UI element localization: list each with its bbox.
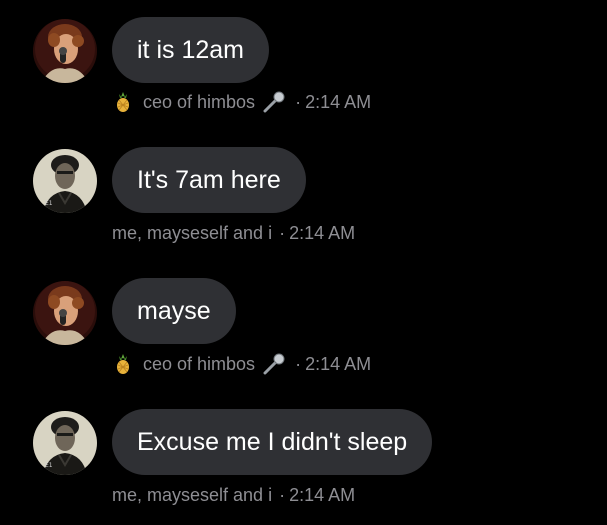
- svg-text:E1: E1: [45, 462, 53, 469]
- message-text: Excuse me I didn't sleep: [137, 428, 408, 456]
- singer-avatar-icon[interactable]: [33, 281, 97, 345]
- timestamp: 2:14 AM: [289, 223, 356, 243]
- meta-separator: ·: [279, 485, 286, 505]
- timestamp: 2:14 AM: [305, 92, 372, 112]
- svg-text:E1: E1: [45, 200, 53, 207]
- message-meta: ceo of himbos · 2:14 AM: [112, 352, 371, 376]
- meta-separator: ·: [279, 223, 286, 243]
- message-bubble[interactable]: Excuse me I didn't sleep: [112, 409, 433, 475]
- message-text: It's 7am here: [137, 166, 281, 194]
- message-meta: me, mayseself and i · 2:14 AM: [112, 483, 355, 507]
- meta-separator: ·: [295, 354, 302, 374]
- message-row: E1 Excuse me I didn't sleep me, maysesel…: [0, 393, 607, 524]
- message-bubble[interactable]: It's 7am here: [112, 147, 306, 213]
- message-text: mayse: [137, 297, 211, 325]
- message-row: E1 It's 7am here me, mayseself and i · 2…: [0, 131, 607, 262]
- dark-figure-avatar-icon[interactable]: E1: [33, 411, 97, 475]
- message-text: it is 12am: [137, 36, 244, 64]
- message-bubble[interactable]: it is 12am: [112, 17, 269, 83]
- pineapple-icon: [112, 353, 134, 375]
- message-row: it is 12am ceo of himbos · 2:14 AM: [0, 0, 607, 131]
- singer-avatar-icon[interactable]: [33, 19, 97, 83]
- sender-name[interactable]: ceo of himbos: [143, 352, 255, 376]
- sender-name[interactable]: me, mayseself and i: [112, 221, 272, 245]
- sender-name[interactable]: ceo of himbos: [143, 90, 255, 114]
- meta-separator: ·: [295, 92, 302, 112]
- message-meta: me, mayseself and i · 2:14 AM: [112, 221, 355, 245]
- pineapple-icon: [112, 91, 134, 113]
- message-meta: ceo of himbos · 2:14 AM: [112, 90, 371, 114]
- dark-figure-avatar-icon[interactable]: E1: [33, 149, 97, 213]
- sender-name[interactable]: me, mayseself and i: [112, 483, 272, 507]
- message-row: mayse ceo of himbos · 2:14 AM: [0, 262, 607, 393]
- microphone-icon: [262, 91, 286, 113]
- timestamp: 2:14 AM: [289, 485, 356, 505]
- microphone-icon: [262, 353, 286, 375]
- timestamp: 2:14 AM: [305, 354, 372, 374]
- message-bubble[interactable]: mayse: [112, 278, 236, 344]
